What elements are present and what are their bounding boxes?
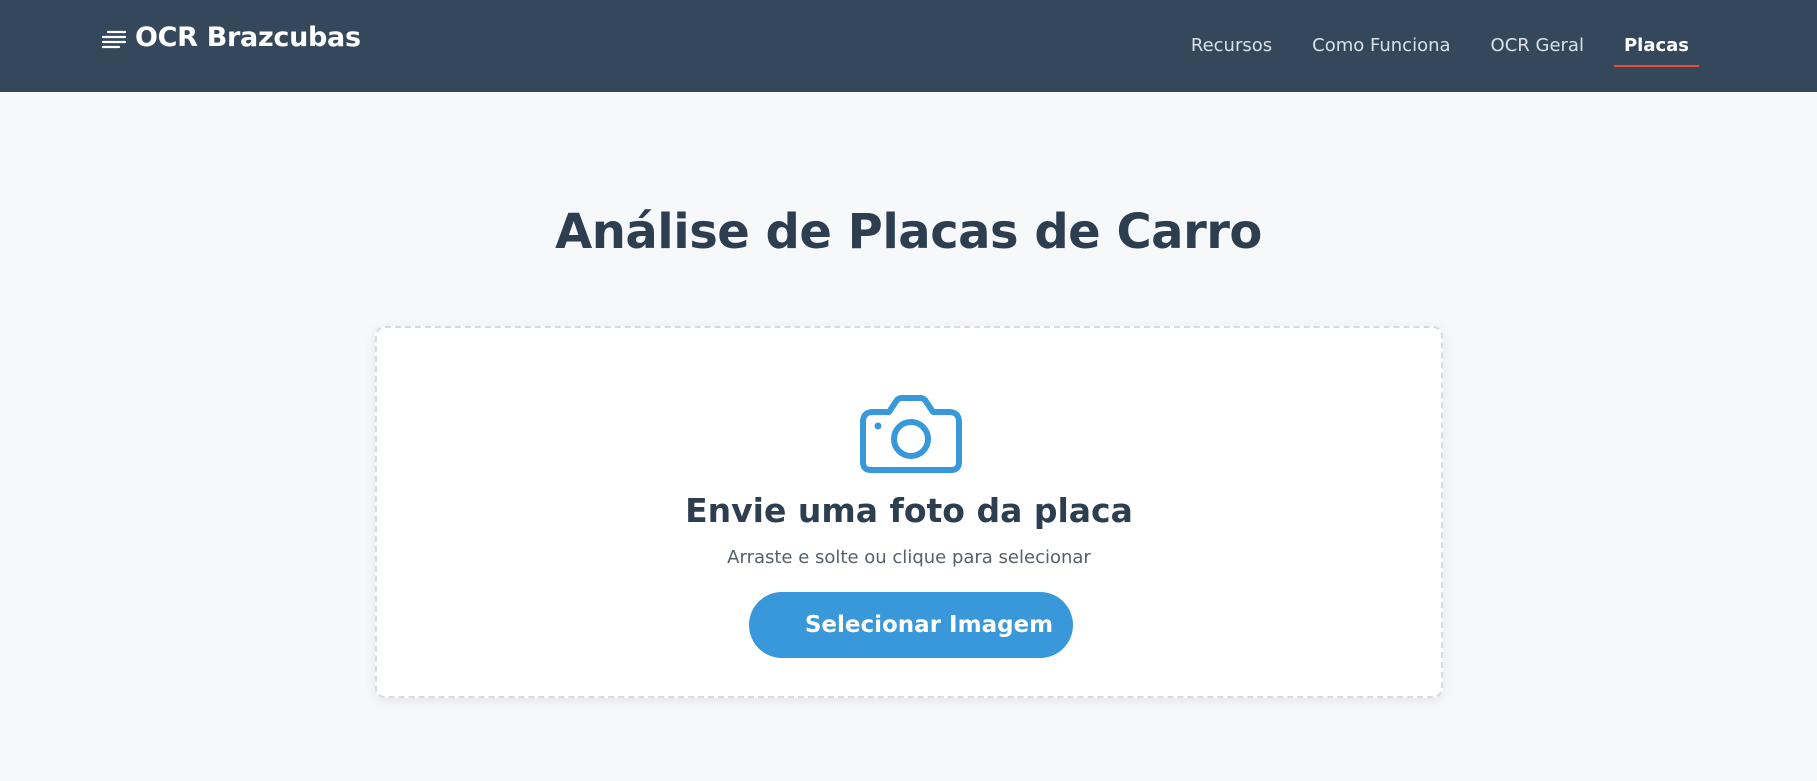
page-title: Análise de Placas de Carro: [555, 204, 1262, 260]
nav-link-ocr-geral[interactable]: OCR Geral: [1471, 0, 1604, 92]
nav-link-recursos[interactable]: Recursos: [1171, 0, 1292, 92]
nav-link-como-funciona[interactable]: Como Funciona: [1292, 0, 1470, 92]
upload-subtitle: Arraste e solte ou clique para seleciona…: [727, 547, 1091, 568]
camera-icon: [859, 394, 963, 474]
upload-heading: Envie uma foto da placa: [685, 491, 1133, 530]
brand-link[interactable]: OCR Brazcubas: [101, 22, 361, 53]
nav-link-placas[interactable]: Placas: [1604, 0, 1709, 92]
text-lines-icon: [101, 25, 127, 51]
navbar: OCR Brazcubas Recursos Como Funciona OCR…: [0, 0, 1817, 92]
brand-name: OCR Brazcubas: [135, 22, 361, 53]
upload-dropzone[interactable]: Envie uma foto da placa Arraste e solte …: [375, 326, 1443, 698]
select-image-button[interactable]: Selecionar Imagem: [749, 592, 1073, 658]
main-nav: Recursos Como Funciona OCR Geral Placas: [1171, 0, 1709, 92]
